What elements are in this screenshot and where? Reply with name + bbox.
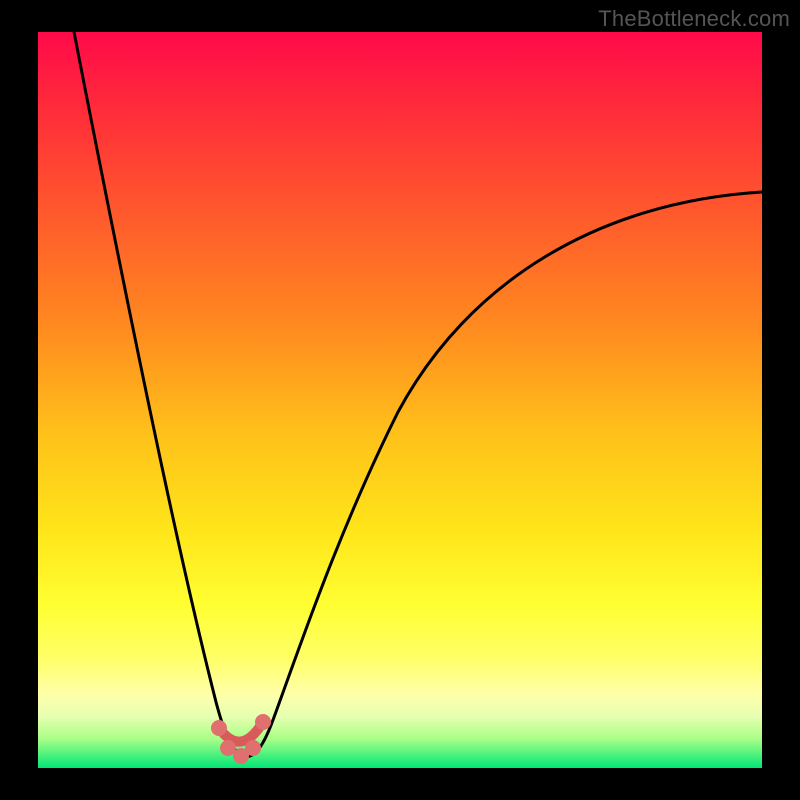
trough-marker xyxy=(245,740,261,756)
curve-svg xyxy=(38,32,762,768)
plot-area xyxy=(38,32,762,768)
chart-frame: TheBottleneck.com xyxy=(0,0,800,800)
watermark-text: TheBottleneck.com xyxy=(598,6,790,32)
trough-marker xyxy=(211,720,227,736)
trough-marker xyxy=(255,714,271,730)
bottleneck-curve xyxy=(74,32,762,757)
